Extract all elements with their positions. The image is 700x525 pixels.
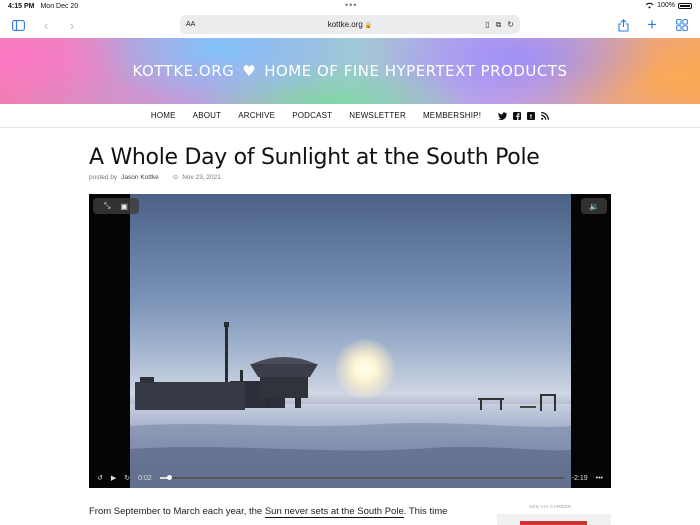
rss-icon[interactable] bbox=[541, 111, 550, 120]
article-body: From September to March each year, the S… bbox=[89, 506, 448, 518]
browser-toolbar: ‹ › AA kottke.org 🔒 ▯ ⧉ ↻ + bbox=[0, 12, 700, 38]
social-links: t bbox=[498, 111, 550, 120]
site-title[interactable]: KOTTKE.ORG ♥ HOME OF FINE HYPERTEXT PRODUC… bbox=[132, 62, 567, 80]
clock-icon: ⊙ bbox=[172, 174, 179, 181]
nav-archive[interactable]: ARCHIVE bbox=[238, 111, 275, 120]
body-link[interactable]: Sun never sets at the South Pole bbox=[264, 506, 404, 518]
heart-icon: ♥ bbox=[242, 62, 257, 80]
byline: posted by Jason Kottke ⊙ Nov 23, 2021 bbox=[89, 173, 221, 182]
skip-forward-icon[interactable]: ↻ bbox=[124, 474, 130, 482]
twitter-icon[interactable] bbox=[498, 111, 508, 120]
svg-text:t: t bbox=[530, 114, 532, 120]
lock-icon: 🔒 bbox=[364, 23, 373, 29]
nav-newsletter[interactable]: NEWSLETTER bbox=[349, 111, 406, 120]
status-bar: 4:15 PM Mon Dec 20 ••• 100% bbox=[0, 0, 700, 12]
battery-percent: 100% bbox=[657, 2, 675, 9]
facebook-icon[interactable] bbox=[513, 111, 522, 120]
article-title[interactable]: A Whole Day of Sunlight at the South Pol… bbox=[89, 145, 540, 170]
ad-image[interactable] bbox=[520, 521, 587, 525]
nav-about[interactable]: ABOUT bbox=[193, 111, 222, 120]
speaker-icon: 🔉 bbox=[589, 201, 599, 211]
pip-controls[interactable]: ⤡ ▣ bbox=[93, 198, 139, 214]
post-date[interactable]: Nov 23, 2021 bbox=[182, 174, 221, 181]
reload-icon[interactable]: ↻ bbox=[507, 20, 514, 30]
multitasking-dots[interactable]: ••• bbox=[345, 1, 357, 10]
site-tagline: HOME OF FINE HYPERTEXT PRODUCTS bbox=[264, 62, 568, 80]
play-icon[interactable]: ▶ bbox=[111, 474, 116, 482]
forward-icon[interactable]: › bbox=[63, 16, 81, 34]
status-date: Mon Dec 20 bbox=[40, 2, 79, 10]
new-tab-icon[interactable]: + bbox=[643, 15, 661, 34]
remaining-time: -2:19 bbox=[571, 474, 588, 482]
tab-overview-icon[interactable] bbox=[673, 16, 691, 34]
tumblr-icon[interactable]: t bbox=[527, 111, 536, 120]
nav-membership[interactable]: MEMBERSHIP! bbox=[423, 111, 481, 120]
video-controls: ↺ ▶ ↻ 0:02 -2:19 ••• bbox=[89, 468, 611, 488]
share-icon[interactable] bbox=[614, 16, 632, 34]
battery-icon bbox=[678, 2, 692, 9]
fullscreen-icon[interactable]: ⤡ bbox=[104, 201, 110, 211]
status-right: 100% bbox=[645, 2, 692, 9]
volume-button[interactable]: 🔉 bbox=[581, 198, 607, 214]
site-banner[interactable]: KOTTKE.ORG ♥ HOME OF FINE HYPERTEXT PRODUC… bbox=[0, 38, 700, 104]
ipad-icon[interactable]: ▯ bbox=[485, 20, 489, 30]
nav-home[interactable]: HOME bbox=[151, 111, 176, 120]
address-bar-actions: ▯ ⧉ ↻ bbox=[485, 20, 514, 30]
address-bar[interactable]: AA kottke.org 🔒 ▯ ⧉ ↻ bbox=[180, 15, 520, 34]
text-size-button[interactable]: AA bbox=[186, 21, 195, 28]
ads-label[interactable]: ADS VIA CARBON bbox=[520, 504, 580, 509]
pip-icon[interactable]: ▣ bbox=[120, 202, 128, 211]
posted-by-label: posted by bbox=[89, 173, 118, 181]
status-time: 4:15 PM bbox=[8, 2, 35, 10]
skip-back-icon[interactable]: ↺ bbox=[97, 474, 103, 482]
scrubber-knob[interactable] bbox=[167, 475, 173, 480]
sidebar-icon[interactable] bbox=[9, 16, 27, 34]
back-icon[interactable]: ‹ bbox=[37, 16, 55, 34]
site-name: KOTTKE.ORG bbox=[132, 62, 235, 80]
extension-icon[interactable]: ⧉ bbox=[496, 20, 502, 30]
south-pole-scene bbox=[130, 322, 571, 488]
wifi-icon bbox=[645, 2, 654, 9]
author-link[interactable]: Jason Kottke bbox=[121, 174, 159, 181]
video-frame[interactable] bbox=[130, 194, 571, 488]
main-nav: HOME ABOUT ARCHIVE PODCAST NEWSLETTER ME… bbox=[0, 104, 700, 128]
url-text: kottke.org 🔒 bbox=[327, 20, 373, 29]
elapsed-time: 0:02 bbox=[138, 474, 152, 482]
scrubber[interactable] bbox=[159, 475, 564, 480]
video-player[interactable]: ⤡ ▣ 🔉 ↺ ▶ ↻ 0:02 -2:19 ••• bbox=[89, 194, 611, 488]
nav-podcast[interactable]: PODCAST bbox=[292, 111, 332, 120]
sun bbox=[335, 339, 395, 399]
more-options-icon[interactable]: ••• bbox=[596, 475, 603, 482]
